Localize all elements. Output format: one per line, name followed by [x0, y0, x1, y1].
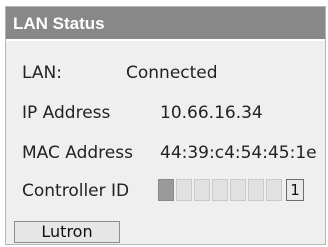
lan-status-value: Connected [126, 63, 218, 83]
controller-id-row: Controller ID [22, 181, 129, 201]
controller-id-cell [230, 179, 246, 201]
controller-id-value: 1 [286, 179, 304, 201]
controller-id-cell [266, 179, 282, 201]
lan-label: LAN: [22, 63, 62, 83]
mac-address-value: 44:39:c4:54:45:1e [160, 143, 317, 163]
controller-id-cell [248, 179, 264, 201]
ip-address-row: IP Address 10.66.16.34 [22, 103, 263, 123]
controller-id-indicator: 1 [158, 179, 304, 203]
mac-address-label: MAC Address [22, 143, 133, 163]
lan-status-panel: LAN Status LAN: Connected IP Address 10.… [5, 6, 326, 245]
controller-id-cell [212, 179, 228, 201]
controller-id-cell [158, 179, 174, 201]
ip-address-label: IP Address [22, 103, 111, 123]
lan-row: LAN: Connected [22, 63, 218, 83]
controller-id-cell [176, 179, 192, 201]
controller-id-label: Controller ID [22, 181, 130, 201]
ip-address-value: 10.66.16.34 [160, 103, 263, 123]
lutron-button[interactable]: Lutron [14, 221, 120, 243]
mac-address-row: MAC Address 44:39:c4:54:45:1e [22, 143, 317, 163]
panel-title: LAN Status [6, 7, 325, 41]
controller-id-cell [194, 179, 210, 201]
